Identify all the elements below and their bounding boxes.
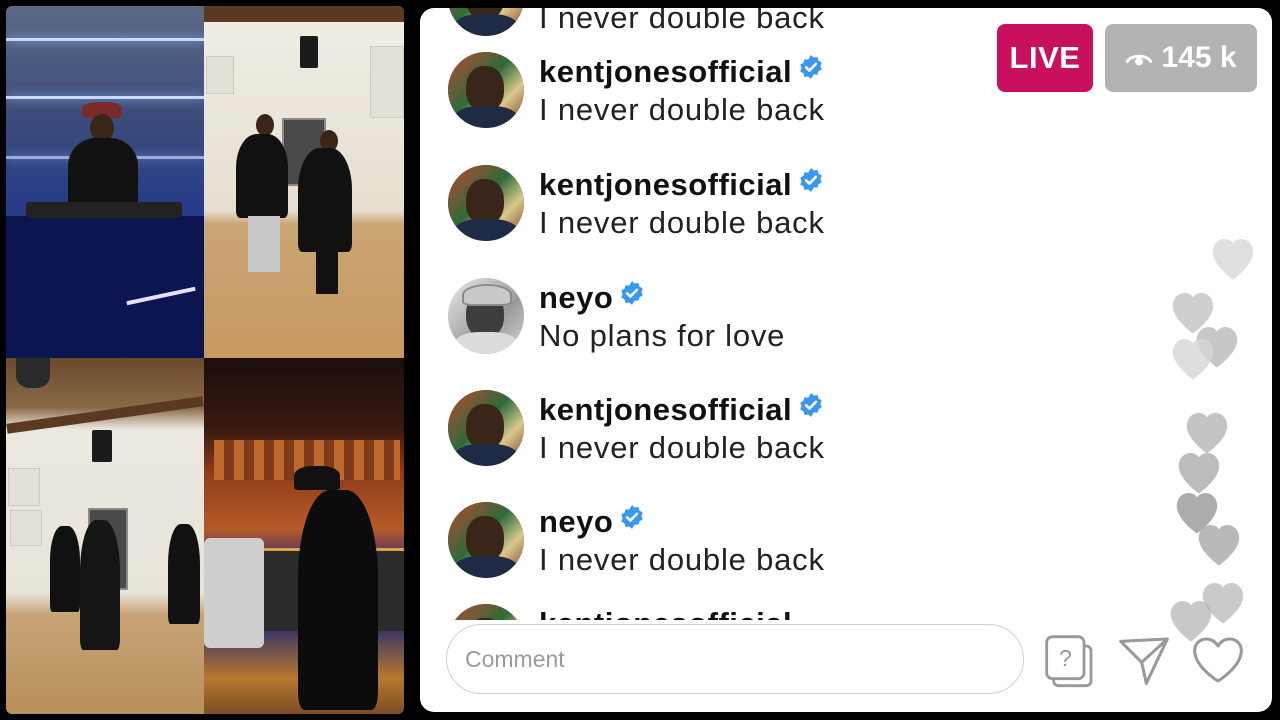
comment-username[interactable]: kentjonesofficial xyxy=(539,167,792,202)
send-button[interactable] xyxy=(1114,628,1174,692)
ceiling-beam xyxy=(6,396,204,434)
floating-heart-icon xyxy=(1198,525,1240,566)
dancer-figure xyxy=(168,524,200,624)
comment-username: kentjonesofficial xyxy=(539,606,792,620)
comment-username-wrap: neyo xyxy=(539,504,645,540)
wall-speaker xyxy=(92,430,112,462)
wall-frame xyxy=(206,56,234,94)
video-tile-studio xyxy=(204,358,404,714)
dancer-figure xyxy=(50,526,80,612)
dancer-pants xyxy=(248,216,280,272)
verified-badge-icon xyxy=(621,281,644,305)
floating-heart-icon xyxy=(1178,453,1220,494)
neyo-avatar[interactable] xyxy=(448,278,524,354)
comment-username-wrap: kentjonesofficial xyxy=(539,167,824,203)
dancer-head xyxy=(256,114,274,136)
comment-username-wrap: kentjonesofficial xyxy=(539,392,824,428)
comment-username-wrap: neyo xyxy=(539,280,645,316)
dancer-figure xyxy=(298,148,352,252)
comment-text: I never double back xyxy=(539,542,825,577)
dj-mixer xyxy=(26,202,182,218)
performer-figure xyxy=(298,490,378,710)
send-icon xyxy=(1119,637,1169,685)
floating-heart-icon xyxy=(1172,293,1214,334)
floating-heart-icon xyxy=(1196,327,1238,368)
live-video-grid xyxy=(6,6,404,714)
dancer-legs xyxy=(316,250,338,294)
question-sticker-button[interactable]: ? xyxy=(1040,628,1100,692)
comment-text: I never double back xyxy=(539,8,825,35)
dj-figure xyxy=(68,138,138,208)
verified-badge-icon xyxy=(621,505,644,529)
dj-booth xyxy=(6,216,204,358)
like-button[interactable] xyxy=(1188,628,1248,692)
dancer-figure xyxy=(236,134,288,218)
eye-icon xyxy=(1126,54,1153,66)
floating-heart-icon xyxy=(1212,239,1254,280)
live-badge: LIVE xyxy=(997,24,1093,92)
kentjones-avatar[interactable] xyxy=(448,390,524,466)
ceiling-lamp xyxy=(16,358,50,388)
comment-username-wrap: kentjonesofficial xyxy=(539,54,824,90)
comment-text: I never double back xyxy=(539,430,825,465)
viewer-count: 145 k xyxy=(1161,41,1237,74)
verified-badge-icon xyxy=(800,168,822,192)
ceiling-beam xyxy=(204,6,404,22)
floating-heart-icon xyxy=(1186,413,1228,454)
comment-username[interactable]: kentjonesofficial xyxy=(539,392,792,427)
neon-light xyxy=(6,38,204,41)
studio-chair xyxy=(204,538,264,648)
video-tile-group xyxy=(6,358,204,714)
performer-hat xyxy=(294,466,340,490)
instagram-live-screen: I never double back kentjonesofficial I … xyxy=(0,0,1280,720)
kentjones-avatar[interactable] xyxy=(448,165,524,241)
wall-speaker xyxy=(300,36,318,68)
wall-frame xyxy=(8,468,40,506)
video-tile-dj xyxy=(6,6,204,358)
floating-heart-icon xyxy=(1202,583,1244,624)
kentjones-avatar xyxy=(448,8,524,36)
floating-heart-icon xyxy=(1176,493,1218,534)
wall-frame xyxy=(10,510,42,546)
verified-badge-icon xyxy=(800,393,822,417)
kentjones-avatar[interactable] xyxy=(448,52,524,128)
comment-input[interactable] xyxy=(446,624,1024,694)
comment-text: No plans for love xyxy=(539,318,786,353)
comment-username[interactable]: neyo xyxy=(539,504,613,539)
live-chat-panel: I never double back kentjonesofficial I … xyxy=(420,8,1272,712)
heart-icon xyxy=(1193,637,1243,683)
wall-frame xyxy=(370,46,404,118)
dancer-figure xyxy=(80,520,120,650)
floating-hearts xyxy=(1160,228,1272,648)
comment-username-wrap: kentjonesofficial xyxy=(539,606,792,620)
comment-username[interactable]: neyo xyxy=(539,280,613,315)
floating-heart-icon xyxy=(1172,339,1214,380)
verified-badge-icon xyxy=(800,55,822,79)
comment-text: I never double back xyxy=(539,92,825,127)
question-sticker-icon: ? xyxy=(1045,635,1093,688)
comment-text: I never double back xyxy=(539,205,825,240)
svg-text:?: ? xyxy=(1059,645,1072,671)
comment-username[interactable]: kentjonesofficial xyxy=(539,54,792,89)
kentjones-avatar[interactable] xyxy=(448,502,524,578)
video-tile-dancers xyxy=(204,6,404,358)
viewer-count-badge[interactable]: 145 k xyxy=(1105,24,1257,92)
comments-list[interactable]: I never double back kentjonesofficial I … xyxy=(420,8,1020,620)
kentjones-avatar xyxy=(448,604,524,620)
neon-light xyxy=(6,96,204,99)
